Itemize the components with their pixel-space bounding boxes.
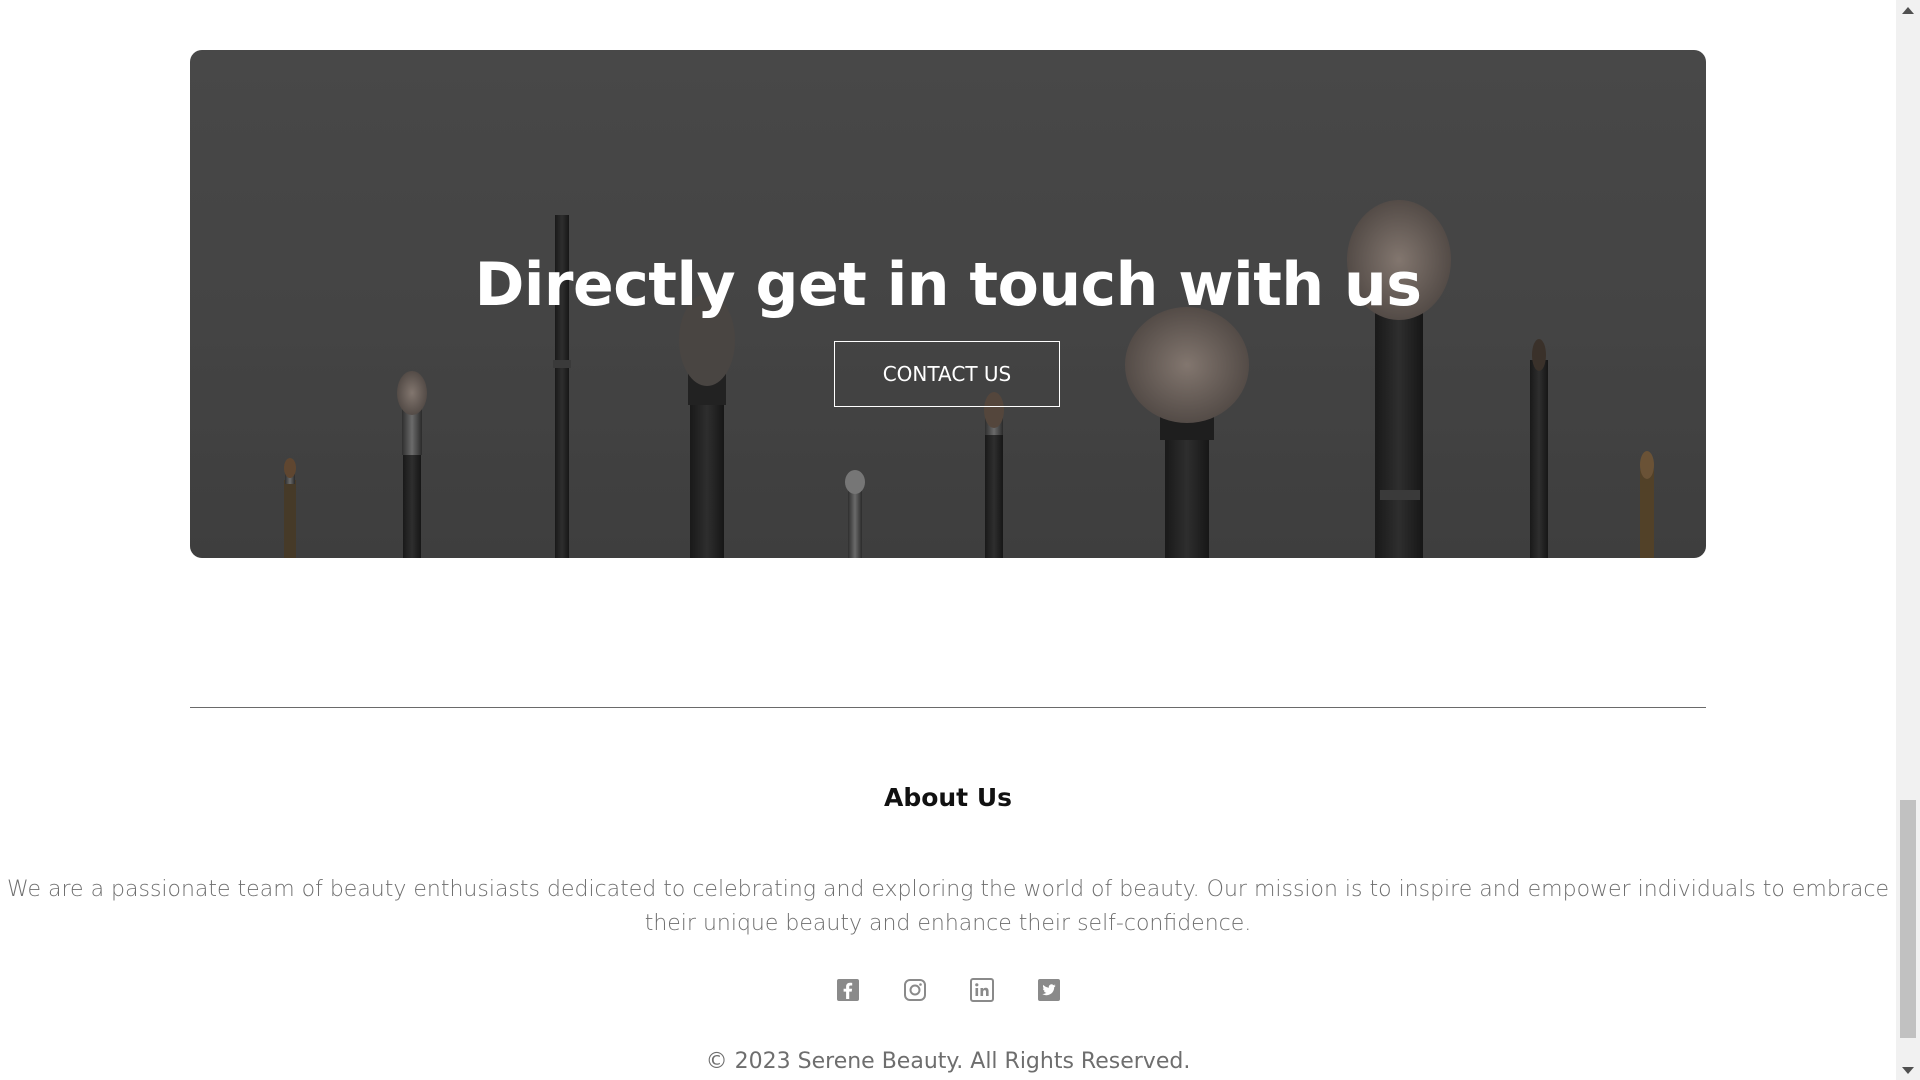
copyright-text: © 2023 Serene Beauty. All Rights Reserve… <box>705 1049 1191 1074</box>
arrow-down-icon <box>1902 1066 1914 1074</box>
facebook-icon <box>836 979 859 1001</box>
contact-cta-banner: Directly get in touch with us CONTACT US <box>190 50 1706 558</box>
about-us-heading: About Us <box>883 783 1013 812</box>
social-links <box>0 978 1896 1002</box>
footer-divider <box>190 707 1706 708</box>
cta-heading: Directly get in touch with us <box>474 250 1422 320</box>
instagram-link[interactable] <box>903 978 927 1002</box>
arrow-up-icon <box>1902 6 1914 14</box>
scroll-thumb[interactable] <box>1900 800 1916 1038</box>
twitter-link[interactable] <box>1037 978 1061 1002</box>
vertical-scrollbar[interactable] <box>1896 0 1920 1080</box>
page: Directly get in touch with us CONTACT US… <box>0 0 1896 1080</box>
scroll-up-arrow[interactable] <box>1896 0 1920 20</box>
linkedin-icon <box>969 978 994 1002</box>
twitter-icon <box>1037 979 1060 1001</box>
instagram-icon <box>903 979 926 1001</box>
linkedin-link[interactable] <box>969 978 994 1002</box>
about-us-description: We are a passionate team of beauty enthu… <box>7 877 1889 936</box>
scroll-down-arrow[interactable] <box>1896 1060 1920 1080</box>
contact-us-button[interactable]: CONTACT US <box>834 341 1060 407</box>
facebook-link[interactable] <box>836 978 860 1002</box>
